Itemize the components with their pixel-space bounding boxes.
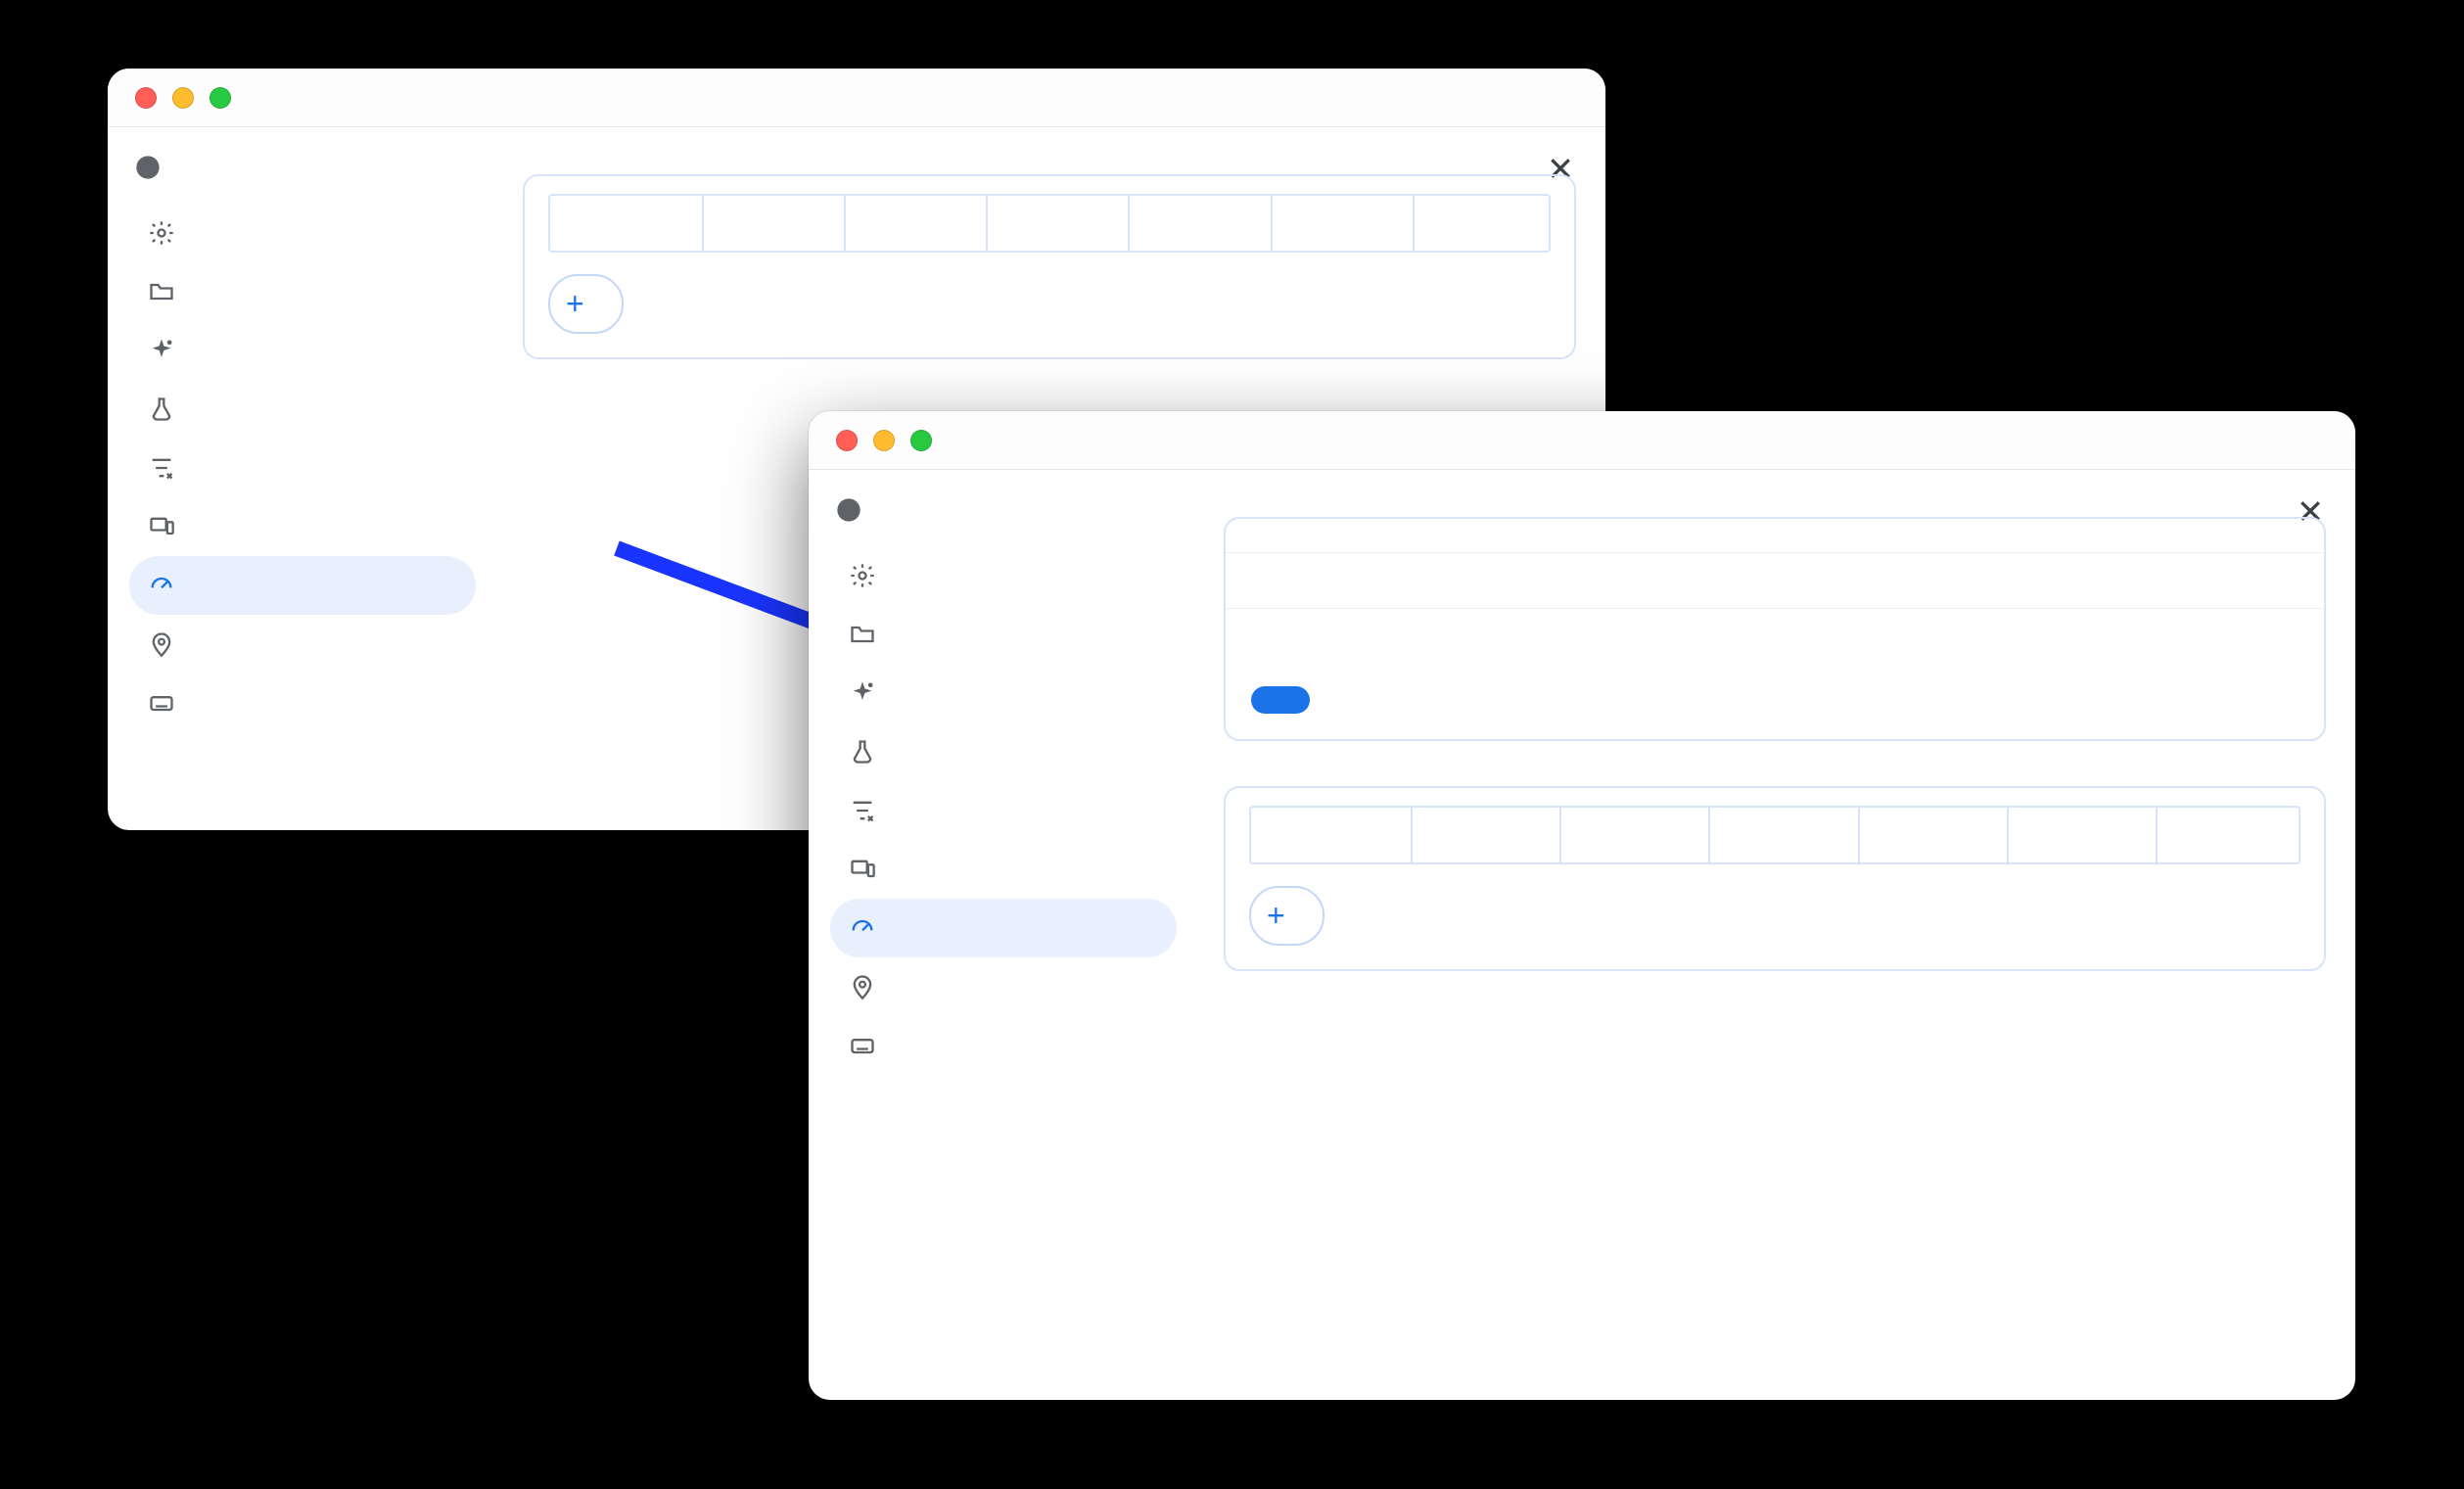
gear-icon	[848, 561, 877, 590]
location-icon	[848, 972, 877, 1001]
sidebar-item-preferences[interactable]	[830, 546, 1177, 605]
sidebar-item-shortcuts[interactable]	[830, 1016, 1177, 1075]
add-profile-button[interactable]: +	[548, 274, 624, 334]
zoom-window-button[interactable]	[209, 87, 231, 109]
profile-state-cell	[1415, 196, 1549, 251]
sidebar-item-throttling[interactable]	[129, 556, 476, 615]
sidebar-item-experiments[interactable]	[129, 380, 476, 439]
gear-icon	[147, 218, 176, 248]
settings-sidebar	[108, 127, 489, 830]
sidebar-item-ignore-list[interactable]	[129, 439, 476, 497]
network-throttling-card: +	[1224, 786, 2326, 971]
recalibrate-button[interactable]	[1251, 686, 1310, 714]
network-throttling-card: +	[523, 174, 1576, 359]
sidebar-item-ignore-list[interactable]	[830, 781, 1177, 840]
flask-icon	[147, 395, 176, 424]
profile-loss-cell	[1860, 808, 2009, 862]
keyboard-icon	[147, 688, 176, 718]
sidebar-item-preferences[interactable]	[129, 204, 476, 262]
profile-loss-cell	[1130, 196, 1272, 251]
devtools-icon	[133, 153, 163, 182]
titlebar	[108, 69, 1605, 127]
keyboard-icon	[848, 1031, 877, 1060]
filter-x-icon	[848, 796, 877, 825]
devices-icon	[147, 512, 176, 541]
devtools-icon	[834, 495, 863, 525]
window-controls	[836, 430, 932, 451]
plus-icon: +	[566, 286, 584, 322]
profile-queue-cell	[1273, 196, 1415, 251]
sidebar-item-shortcuts[interactable]	[129, 674, 476, 732]
cpu-preset-mid	[1226, 608, 2324, 664]
sidebar-item-locations[interactable]	[830, 957, 1177, 1016]
zoom-window-button[interactable]	[910, 430, 932, 451]
profile-latency-cell	[1710, 808, 1859, 862]
throttling-profile-row[interactable]	[548, 194, 1551, 253]
cpu-throttling-card	[1224, 517, 2326, 741]
location-icon	[147, 629, 176, 659]
sparkle-icon	[848, 678, 877, 708]
sidebar-item-locations[interactable]	[129, 615, 476, 674]
sidebar-item-experiments[interactable]	[830, 722, 1177, 781]
profile-up-cell	[846, 196, 988, 251]
cpu-preset-low	[1226, 552, 2324, 608]
sparkle-icon	[147, 336, 176, 365]
filter-x-icon	[147, 453, 176, 483]
throttling-profile-row[interactable]	[1249, 806, 2301, 864]
sidebar-item-workspace[interactable]	[830, 605, 1177, 664]
profile-name-cell	[550, 196, 704, 251]
sidebar-item-throttling[interactable]	[830, 899, 1177, 957]
sidebar-item-ai[interactable]	[129, 321, 476, 380]
cpu-throttling-description	[1226, 542, 2324, 552]
close-window-button[interactable]	[836, 430, 858, 451]
profile-down-cell	[704, 196, 846, 251]
settings-content: +	[1190, 470, 2355, 1400]
window-controls	[135, 87, 231, 109]
folder-icon	[147, 277, 176, 306]
profile-up-cell	[1561, 808, 1710, 862]
profile-down-cell	[1413, 808, 1561, 862]
minimize-window-button[interactable]	[172, 87, 194, 109]
profile-queue-cell	[2009, 808, 2158, 862]
gauge-icon	[848, 913, 877, 943]
devtools-window-after: +	[809, 411, 2355, 1400]
sidebar-item-workspace[interactable]	[129, 262, 476, 321]
folder-icon	[848, 620, 877, 649]
close-window-button[interactable]	[135, 87, 157, 109]
gauge-icon	[147, 571, 176, 600]
sidebar-item-devices[interactable]	[830, 840, 1177, 899]
minimize-window-button[interactable]	[873, 430, 895, 451]
plus-icon: +	[1267, 898, 1285, 934]
flask-icon	[848, 737, 877, 767]
sidebar-item-devices[interactable]	[129, 497, 476, 556]
profile-state-cell	[2158, 808, 2299, 862]
settings-sidebar	[809, 470, 1190, 1400]
titlebar	[809, 411, 2355, 470]
devices-icon	[848, 855, 877, 884]
profile-name-cell	[1251, 808, 1413, 862]
add-profile-button[interactable]: +	[1249, 886, 1325, 946]
profile-latency-cell	[988, 196, 1130, 251]
sidebar-item-ai[interactable]	[830, 664, 1177, 722]
